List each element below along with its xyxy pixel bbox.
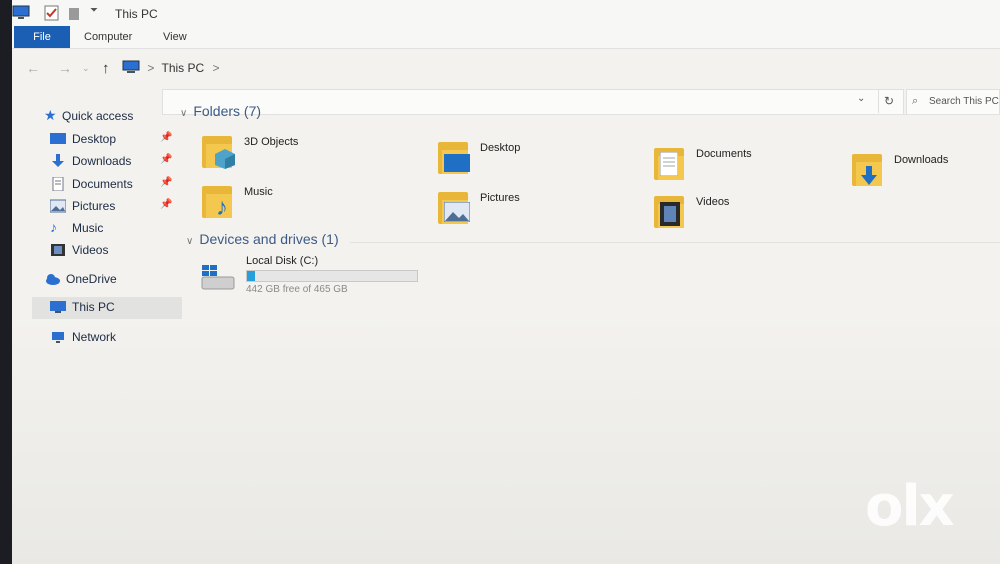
- ribbon: File Computer View: [12, 26, 1000, 49]
- documents-folder-icon: [652, 144, 690, 184]
- folders-heading: Folders (7): [193, 103, 262, 119]
- properties-icon[interactable]: [44, 5, 60, 21]
- address-dropdown-icon[interactable]: ⌄: [857, 93, 865, 104]
- tab-view[interactable]: View: [163, 26, 187, 48]
- sidebar-item-label: Downloads: [72, 154, 132, 168]
- pictures-folder-icon: [436, 188, 474, 228]
- pictures-icon: [50, 199, 66, 213]
- breadcrumb-this-pc[interactable]: This PC: [161, 61, 204, 75]
- address-bar[interactable]: [162, 89, 904, 115]
- desktop-folder-icon: [436, 138, 474, 178]
- sidebar-item-label: Pictures: [72, 199, 116, 213]
- pin-icon[interactable]: 📌: [160, 132, 172, 143]
- breadcrumb-separator: >: [212, 61, 220, 75]
- recent-locations-chevron-icon[interactable]: ⌄: [82, 63, 90, 74]
- pin-icon[interactable]: 📌: [160, 199, 172, 210]
- chevron-down-icon: ∨: [180, 108, 188, 119]
- new-folder-icon[interactable]: [68, 5, 80, 21]
- documents-icon: [52, 177, 64, 191]
- quick-access-label: Quick access: [62, 109, 134, 123]
- folder-3d-objects[interactable]: 3D Objects: [200, 132, 370, 182]
- folder-downloads[interactable]: Downloads: [850, 150, 1000, 200]
- chevron-down-icon: ∨: [186, 236, 194, 247]
- folder-label: 3D Objects: [244, 136, 299, 148]
- quick-access-item[interactable]: ★ Quick access: [32, 107, 182, 127]
- desktop-icon: [50, 133, 66, 144]
- devices-section-header[interactable]: ∨ Devices and drives (1): [186, 231, 339, 247]
- drive-usage-bar: [246, 270, 418, 282]
- refresh-icon[interactable]: ↻: [878, 89, 899, 113]
- breadcrumb[interactable]: > This PC >: [122, 60, 220, 75]
- forward-arrow-icon[interactable]: →: [58, 60, 72, 76]
- windows-drive-icon: [201, 265, 235, 290]
- explorer-window: ⏷ This PC File Computer View ← → ⌄ ↑ > T…: [12, 0, 1000, 564]
- folder-documents[interactable]: Documents: [652, 144, 822, 194]
- videos-icon: [51, 244, 65, 256]
- folder-label: Desktop: [480, 142, 521, 154]
- downloads-icon: [52, 154, 64, 167]
- section-divider: [274, 114, 1000, 115]
- sidebar-item-documents[interactable]: Documents 📌: [32, 175, 182, 195]
- sidebar-item-label: Documents: [72, 177, 133, 191]
- section-divider: [350, 242, 1000, 243]
- this-pc-icon: [50, 301, 66, 313]
- sidebar-item-label: This PC: [72, 300, 115, 314]
- sidebar-item-pictures[interactable]: Pictures 📌: [32, 197, 182, 217]
- title-bar: ⏷ This PC: [12, 0, 1000, 26]
- breadcrumb-separator: >: [147, 61, 155, 75]
- network-icon: [52, 332, 64, 343]
- folder-label: Music: [244, 186, 273, 198]
- videos-folder-icon: [652, 192, 690, 232]
- drive-name: Local Disk (C:): [246, 255, 319, 267]
- folder-videos[interactable]: Videos: [652, 192, 822, 242]
- sidebar-item-label: Network: [72, 330, 117, 344]
- search-icon: ⌕: [912, 95, 919, 107]
- computer-icon[interactable]: [12, 5, 30, 21]
- drive-free-space: 442 GB free of 465 GB: [246, 284, 348, 295]
- window-title: This PC: [115, 7, 158, 21]
- back-arrow-icon[interactable]: ←: [26, 60, 40, 76]
- sidebar-item-label: Videos: [72, 243, 109, 257]
- downloads-folder-icon: [850, 150, 888, 190]
- pin-icon[interactable]: 📌: [160, 154, 172, 165]
- music-folder-icon: ♪: [200, 182, 238, 222]
- sidebar-item-label: OneDrive: [66, 272, 117, 286]
- folder-label: Pictures: [480, 192, 520, 204]
- folder-label: Videos: [696, 196, 730, 208]
- drive-local-disk-c[interactable]: Local Disk (C:) 442 GB free of 465 GB: [200, 255, 440, 299]
- sidebar-item-label: Music: [72, 221, 104, 235]
- sidebar-item-label: Desktop: [72, 132, 117, 146]
- onedrive-cloud-icon: [46, 274, 60, 285]
- music-icon: ♪: [50, 219, 57, 235]
- sidebar-item-music[interactable]: ♪ Music: [32, 219, 182, 239]
- folder-label: Documents: [696, 148, 752, 160]
- tab-computer[interactable]: Computer: [84, 26, 132, 48]
- customize-quick-access-icon[interactable]: ⏷: [90, 5, 98, 21]
- search-input[interactable]: ⌕ Search This PC: [906, 89, 1000, 115]
- star-icon: ★: [44, 107, 57, 123]
- sidebar-item-network[interactable]: Network: [32, 328, 182, 348]
- 3d-objects-folder-icon: [200, 132, 238, 172]
- this-pc-icon: [122, 60, 140, 73]
- sidebar-item-downloads[interactable]: Downloads 📌: [32, 152, 182, 172]
- folder-music[interactable]: ♪ Music: [200, 182, 370, 232]
- folder-desktop[interactable]: Desktop: [436, 138, 606, 188]
- pin-icon[interactable]: 📌: [160, 177, 172, 188]
- up-arrow-icon[interactable]: ↑: [102, 60, 110, 77]
- navigation-pane: ★ Quick access Desktop 📌 Downloads 📌 Doc…: [32, 100, 182, 360]
- devices-heading: Devices and drives (1): [199, 231, 339, 247]
- sidebar-item-desktop[interactable]: Desktop 📌: [32, 130, 182, 150]
- folders-section-header[interactable]: ∨ Folders (7): [180, 103, 261, 119]
- drive-usage-fill: [247, 271, 256, 281]
- folder-pictures[interactable]: Pictures: [436, 188, 606, 238]
- olx-watermark: olx: [865, 474, 955, 539]
- tab-file[interactable]: File: [14, 26, 70, 48]
- sidebar-item-this-pc[interactable]: This PC: [32, 297, 182, 319]
- folder-label: Downloads: [894, 154, 949, 166]
- sidebar-item-onedrive[interactable]: OneDrive: [32, 270, 182, 290]
- sidebar-item-videos[interactable]: Videos: [32, 241, 182, 261]
- search-placeholder: Search This PC: [929, 96, 999, 107]
